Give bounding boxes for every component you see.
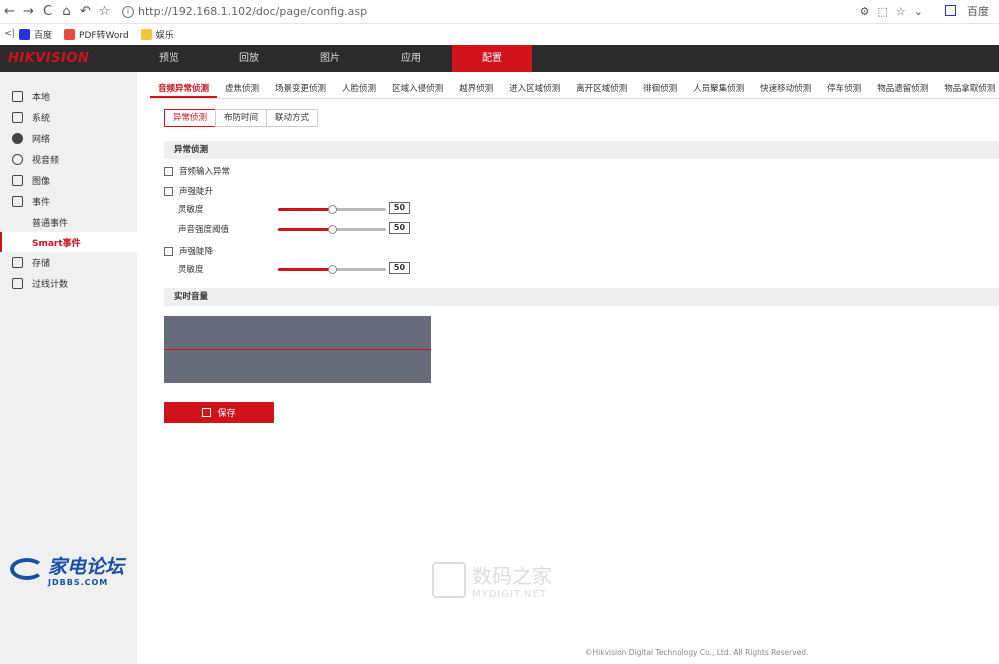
tab-region-entrance[interactable]: 进入区域侦测: [501, 80, 568, 98]
star-icon[interactable]: ☆: [95, 4, 114, 19]
slider-row-sensitivity-2: 灵敏度 50: [178, 262, 418, 276]
sensitivity-slider-2[interactable]: [278, 265, 386, 274]
copyright-footer: ©Hikvision Digital Technology Co., Ltd. …: [585, 648, 809, 657]
sidebar-item-event[interactable]: 事件: [0, 191, 137, 212]
tab-people-gathering[interactable]: 人员聚集侦测: [685, 80, 752, 98]
sidebar-sub-normal-event[interactable]: 普通事件: [0, 212, 137, 232]
tab-loitering[interactable]: 徘徊侦测: [635, 80, 685, 98]
browser-address-bar: ← → C ⌂ ↶ ☆ i http://192.168.1.102/doc/p…: [0, 0, 999, 24]
section-realtime-volume: 实时音量: [164, 288, 999, 306]
sidebar-item-local[interactable]: 本地: [0, 86, 137, 107]
tab-defocus[interactable]: 虚焦侦测: [217, 80, 267, 98]
video-audio-icon: [12, 154, 23, 165]
tab-intrusion[interactable]: 区域入侵侦测: [384, 80, 451, 98]
globe-icon: [12, 133, 23, 144]
check-row-sudden-increase: 声强陡升: [164, 185, 213, 197]
section-exception-detection: 异常侦测: [164, 141, 999, 159]
screenshot-icon[interactable]: ⬚: [878, 5, 888, 18]
volume-threshold-line: [164, 349, 431, 350]
slider-knob[interactable]: [328, 225, 337, 234]
nav-preview[interactable]: 预览: [129, 45, 209, 72]
forum-swirl-icon: [10, 557, 44, 580]
top-navigation: HIKVISION 预览 回放 图片 应用 配置: [0, 45, 999, 72]
sidebar-item-line-count[interactable]: 过线计数: [0, 273, 137, 294]
save-disk-icon: [202, 408, 212, 417]
search-engine[interactable]: 百度: [937, 3, 989, 19]
tab-audio-exception[interactable]: 音频异常侦测: [150, 80, 218, 98]
pdf-icon: [64, 28, 76, 40]
tab-fast-moving[interactable]: 快速移动侦测: [752, 80, 819, 98]
realtime-volume-meter: [164, 316, 431, 383]
back-icon[interactable]: ←: [0, 4, 19, 19]
url-field[interactable]: i http://192.168.1.102/doc/page/config.a…: [122, 3, 822, 21]
subtab-arming-schedule[interactable]: 布防时间: [215, 109, 268, 127]
nav-configuration[interactable]: 配置: [452, 45, 532, 72]
threshold-slider[interactable]: [278, 225, 386, 234]
bookmarks-bar: <| 百度 PDF转Word 娱乐: [0, 24, 999, 44]
image-icon: [12, 175, 23, 186]
tab-region-exit[interactable]: 离开区域侦测: [568, 80, 635, 98]
sidebar-item-storage[interactable]: 存储: [0, 252, 137, 273]
forward-icon[interactable]: →: [19, 4, 38, 19]
search-engine-icon: [945, 5, 956, 16]
check-row-sudden-decrease: 声强陡降: [164, 245, 213, 257]
sensitivity-value[interactable]: 50: [389, 202, 410, 214]
tab-face[interactable]: 人脸侦测: [334, 80, 384, 98]
slider-row-threshold: 声音强度阈值 50: [178, 222, 418, 236]
save-button[interactable]: 保存: [164, 402, 274, 423]
hikvision-logo: HIKVISION: [8, 51, 90, 66]
sidebar-item-system[interactable]: 系统: [0, 107, 137, 128]
tab-scene-change[interactable]: 场景变更侦测: [267, 80, 334, 98]
system-icon: [12, 112, 23, 123]
check-row-audio-input: 音频输入异常: [164, 165, 230, 177]
reload-icon[interactable]: C: [38, 4, 57, 19]
address-actions: ⚙ ⬚ ☆ ⌄ 百度: [852, 3, 989, 19]
sudden-increase-checkbox[interactable]: [164, 186, 173, 196]
sensitivity-slider[interactable]: [278, 205, 386, 214]
folder-icon: [140, 28, 152, 40]
bookmark-baidu[interactable]: 百度: [19, 28, 52, 41]
url-text: http://192.168.1.102/doc/page/config.asp: [138, 5, 368, 18]
chevron-down-icon[interactable]: ⌄: [914, 5, 923, 18]
baidu-icon: [19, 28, 30, 40]
forum-logo: 家电论坛 JDBBS.COM: [10, 552, 124, 587]
tab-object-removal[interactable]: 物品拿取侦测: [936, 80, 999, 98]
monitor-icon: [12, 91, 23, 102]
nav-picture[interactable]: 图片: [290, 45, 370, 72]
tab-unattended-baggage[interactable]: 物品遗留侦测: [869, 80, 936, 98]
tab-line-crossing[interactable]: 越界侦测: [451, 80, 501, 98]
sidebar-toggle-icon[interactable]: <|: [0, 29, 19, 39]
bookmark-entertainment[interactable]: 娱乐: [140, 28, 174, 41]
watermark-house-icon: [432, 562, 466, 598]
subtab-linkage-method[interactable]: 联动方式: [266, 109, 319, 127]
slider-knob[interactable]: [328, 265, 337, 274]
sub-tabs: 异常侦测 布防时间 联动方式: [164, 109, 319, 127]
sidebar-item-video-audio[interactable]: 视音频: [0, 149, 137, 170]
sudden-decrease-checkbox[interactable]: [164, 246, 173, 256]
audio-input-exception-checkbox[interactable]: [164, 166, 173, 176]
watermark: 数码之家 MYDIGIT.NET: [432, 560, 552, 600]
storage-icon: [12, 257, 23, 268]
sensitivity-value-2[interactable]: 50: [389, 262, 410, 274]
home-icon[interactable]: ⌂: [57, 4, 76, 19]
event-icon: [12, 196, 23, 207]
bookmark-star-icon[interactable]: ☆: [896, 5, 906, 18]
slider-row-sensitivity-1: 灵敏度 50: [178, 202, 418, 216]
sidebar-sub-smart-event[interactable]: Smart事件: [0, 232, 137, 252]
smart-event-tabs: 音频异常侦测 虚焦侦测 场景变更侦测 人脸侦测 区域入侵侦测 越界侦测 进入区域…: [150, 80, 999, 99]
sidebar-item-network[interactable]: 网络: [0, 128, 137, 149]
tab-parking[interactable]: 停车侦测: [819, 80, 869, 98]
bookmark-pdf-word[interactable]: PDF转Word: [64, 28, 129, 41]
sidebar-item-image[interactable]: 图像: [0, 170, 137, 191]
nav-application[interactable]: 应用: [371, 45, 451, 72]
nav-playback[interactable]: 回放: [209, 45, 289, 72]
info-icon[interactable]: i: [122, 5, 134, 18]
threshold-value[interactable]: 50: [389, 222, 410, 234]
extension-icon[interactable]: ⚙: [860, 5, 870, 18]
line-count-icon: [12, 278, 23, 289]
subtab-exception-detection[interactable]: 异常侦测: [164, 109, 217, 127]
undo-icon[interactable]: ↶: [76, 4, 95, 19]
slider-knob[interactable]: [328, 205, 337, 214]
